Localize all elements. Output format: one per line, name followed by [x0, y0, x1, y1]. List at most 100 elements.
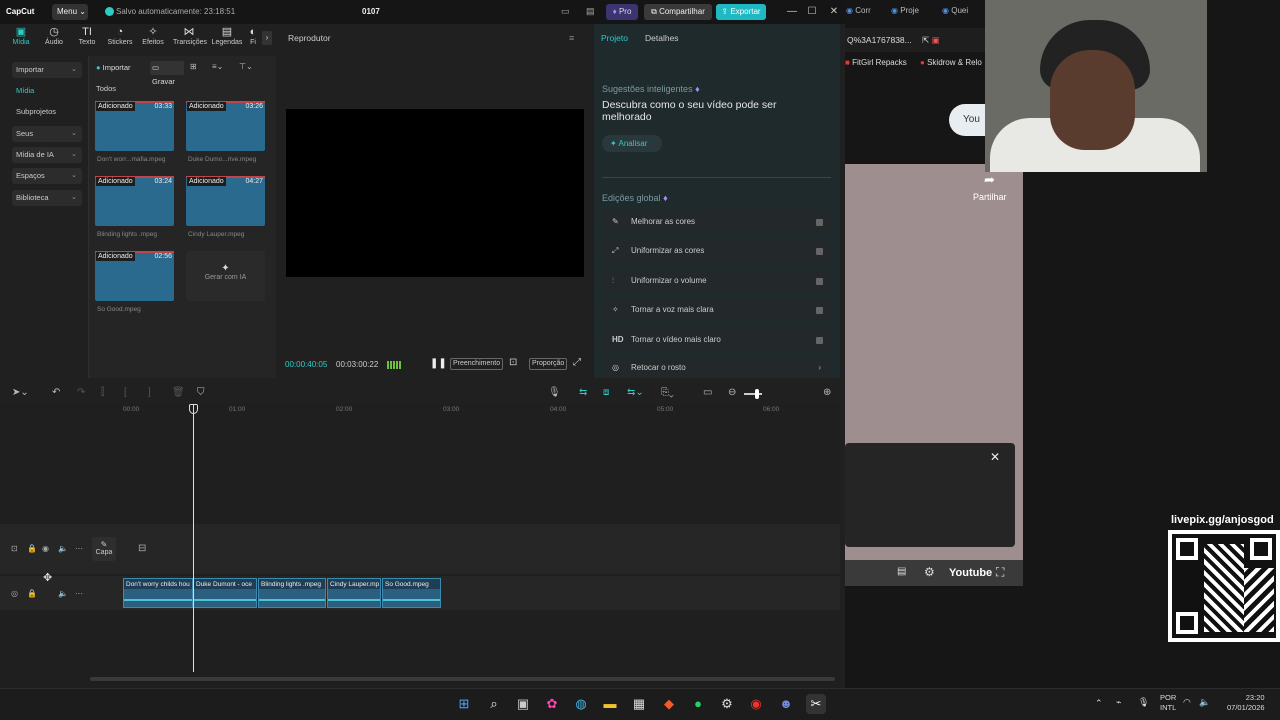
- toggle[interactable]: [816, 219, 823, 226]
- timeline-clip[interactable]: Duke Dumont - oce: [193, 578, 257, 608]
- screenshot-icon[interactable]: ⊡: [509, 357, 517, 368]
- lock-icon[interactable]: 🔒: [27, 544, 37, 553]
- shortcuts-icon[interactable]: ▤: [586, 6, 595, 17]
- media-thumb[interactable]: Adicionado 04:27: [186, 176, 265, 226]
- task-view-icon[interactable]: ▣: [513, 694, 533, 714]
- nav-yours[interactable]: Seus ⌄: [12, 126, 82, 142]
- toggle[interactable]: [816, 278, 823, 285]
- close-icon[interactable]: ✕: [827, 5, 841, 19]
- volume-icon[interactable]: 🔈: [1199, 697, 1210, 708]
- nav-spaces[interactable]: Espaços ⌄: [12, 168, 82, 184]
- undo-icon[interactable]: ↶: [52, 387, 60, 398]
- brave-icon[interactable]: ◆: [659, 694, 679, 714]
- nav-subprojects[interactable]: Subprojetos: [12, 104, 82, 120]
- store-icon[interactable]: ▦: [629, 694, 649, 714]
- tab-captions[interactable]: ▤ Legendas: [211, 26, 243, 52]
- share-arrow-icon[interactable]: ➦: [984, 172, 995, 188]
- media-thumb[interactable]: Adicionado 02:56: [95, 251, 174, 301]
- windows-start-icon[interactable]: ⊞: [454, 694, 474, 714]
- chevron-right-icon[interactable]: ›: [262, 31, 272, 45]
- nav-ai-media[interactable]: Mídia de IA ⌄: [12, 147, 82, 163]
- edit-normalize-volume[interactable]: ⫶ Uniformizar o volume: [602, 269, 831, 293]
- project-title[interactable]: 0107: [362, 7, 380, 16]
- microphone-icon[interactable]: 🎙: [548, 387, 561, 398]
- nav-media[interactable]: Mídia: [12, 83, 82, 99]
- delete-icon[interactable]: 🗑: [172, 387, 185, 398]
- link-main-track-icon[interactable]: ⇆: [579, 387, 587, 398]
- snap-icon[interactable]: ⧈: [603, 387, 609, 398]
- tab-project[interactable]: Projeto: [601, 33, 628, 43]
- trim-right-icon[interactable]: ]: [148, 387, 151, 398]
- toggle[interactable]: [816, 337, 823, 344]
- export-button[interactable]: ⇪ Exportar: [716, 4, 766, 20]
- toggle[interactable]: [816, 307, 823, 314]
- edit-match-colors[interactable]: ⤢ Uniformizar as cores: [602, 239, 831, 263]
- split-icon[interactable]: ⫿: [101, 387, 104, 398]
- zoom-slider-handle[interactable]: [755, 389, 759, 399]
- tab-transitions[interactable]: ⋈ Transições: [173, 26, 207, 52]
- grid-view-icon[interactable]: ⊞: [190, 62, 197, 71]
- steam-icon[interactable]: ⚙: [717, 694, 737, 714]
- select-tool-icon[interactable]: ➤⌄: [12, 387, 29, 398]
- nav-library[interactable]: Biblioteca ⌄: [12, 190, 82, 206]
- edit-clear-video[interactable]: HD Tornar o vídeo mais claro: [602, 328, 831, 352]
- discord-icon[interactable]: ☻: [776, 694, 796, 714]
- playhead[interactable]: [193, 404, 194, 672]
- generate-ai-button[interactable]: ✦ Gerar com IA: [186, 251, 265, 301]
- trim-left-icon[interactable]: [: [124, 387, 127, 398]
- linkage-icon[interactable]: ⇆⌄: [627, 387, 644, 398]
- sort-icon[interactable]: ≡⌄: [212, 62, 223, 71]
- timeline-clip[interactable]: Cindy Lauper.mp: [327, 578, 381, 608]
- wifi-icon[interactable]: ◠: [1183, 697, 1191, 708]
- timeline-clip[interactable]: So Good.mpeg: [382, 578, 441, 608]
- pause-icon[interactable]: ❚❚: [430, 358, 447, 369]
- search-icon[interactable]: ⌕: [484, 694, 504, 714]
- media-thumb[interactable]: Adicionado 03:24: [95, 176, 174, 226]
- edit-clear-voice[interactable]: ✧ Tornar a voz mais clara: [602, 298, 831, 322]
- microphone-icon[interactable]: 🎙: [1138, 697, 1149, 708]
- more-icon[interactable]: ⋯: [75, 544, 83, 553]
- extension-icon[interactable]: ▣: [932, 35, 940, 45]
- opera-gx-icon[interactable]: ◉: [746, 694, 766, 714]
- redo-icon[interactable]: ↷: [77, 387, 85, 398]
- browser-tab[interactable]: ◉ Corr: [846, 6, 871, 15]
- timeline-clip[interactable]: Blinding lights .mpeg: [258, 578, 326, 608]
- more-icon[interactable]: ⋯: [75, 589, 83, 598]
- language-indicator[interactable]: POR INTL: [1160, 693, 1176, 713]
- subtitles-icon[interactable]: ▤: [897, 566, 906, 577]
- settings-gear-icon[interactable]: ⚙: [924, 565, 935, 579]
- bookmark-item[interactable]: ● Skidrow & Relo: [920, 58, 982, 67]
- zoom-out-icon[interactable]: ⊖: [728, 387, 736, 398]
- clock[interactable]: 23:20 07/01/2026: [1227, 693, 1265, 713]
- copilot-icon[interactable]: ✿: [542, 694, 562, 714]
- capcut-taskbar-icon[interactable]: ✂: [806, 694, 826, 714]
- tab-stickers[interactable]: ◔ Stickers: [104, 26, 136, 52]
- tab-text[interactable]: TI Texto: [71, 26, 103, 52]
- pro-button[interactable]: ♦ Pro: [606, 4, 638, 20]
- playhead-handle[interactable]: [189, 404, 198, 414]
- zoom-slider[interactable]: [744, 393, 762, 395]
- fullscreen-icon[interactable]: ⤢: [573, 357, 581, 368]
- share-button[interactable]: ⧉ Compartilhar: [644, 4, 712, 20]
- edit-retouch-face[interactable]: ◎ Retocar o rosto ›: [602, 357, 831, 377]
- browser-tab[interactable]: ◉ Quei: [942, 6, 968, 15]
- volume-icon[interactable]: 🔈: [58, 544, 68, 553]
- address-bar[interactable]: Q%3A1767838... ⇱ ▣: [845, 28, 985, 52]
- tab-filters[interactable]: ◐ Fi: [246, 26, 260, 52]
- share-label[interactable]: Partilhar: [973, 192, 1007, 202]
- zoom-fit-icon[interactable]: ⊕: [823, 387, 831, 398]
- nav-import[interactable]: Importar ⌄: [12, 62, 82, 78]
- network-icon[interactable]: ⌁: [1116, 697, 1121, 708]
- filter-icon[interactable]: ⊤⌄: [239, 62, 253, 71]
- edge-icon[interactable]: ◍: [571, 694, 591, 714]
- time-ruler[interactable]: [90, 404, 840, 416]
- youtube-logo[interactable]: Youtube: [949, 567, 992, 579]
- media-thumb[interactable]: Adicionado 03:33: [95, 101, 174, 151]
- share-icon[interactable]: ⇱: [922, 35, 929, 45]
- fill-button[interactable]: Preenchimento: [450, 358, 504, 370]
- browser-tab[interactable]: ◉ Proje: [891, 6, 919, 15]
- preview-axis-icon[interactable]: ⎘⌄: [661, 387, 674, 398]
- video-preview[interactable]: [286, 109, 584, 277]
- spotify-icon[interactable]: ●: [688, 694, 708, 714]
- tab-details[interactable]: Detalhes: [645, 33, 679, 43]
